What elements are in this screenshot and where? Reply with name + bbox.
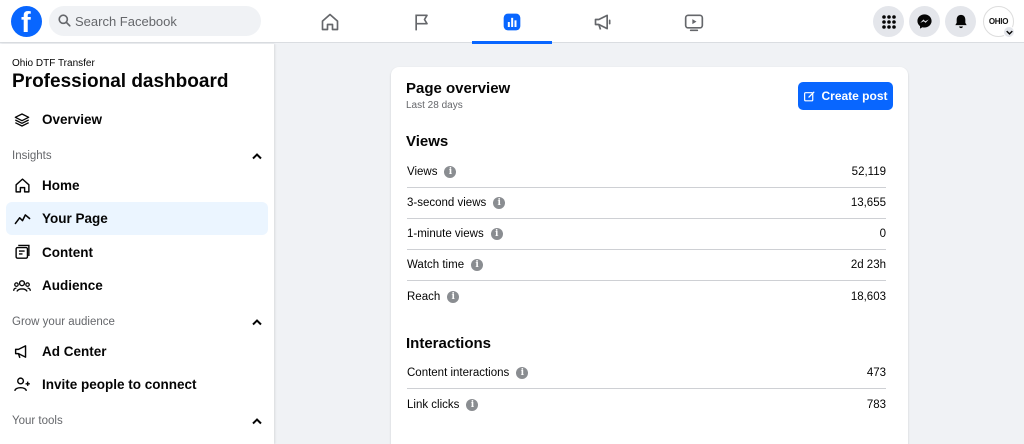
section-grow-audience[interactable]: Grow your audience [12, 313, 262, 331]
account-menu-chevron[interactable] [1003, 26, 1015, 38]
home-icon [321, 13, 339, 30]
metric-label: Watch time [407, 259, 465, 271]
sidebar-item-overview[interactable]: Overview [6, 103, 268, 136]
facebook-logo-letter: f [21, 7, 31, 39]
sidebar-item-label: Overview [42, 112, 103, 127]
metric-value: 52,119 [851, 166, 886, 178]
metric-label: Reach [407, 290, 441, 303]
sidebar-item-label: Audience [42, 278, 103, 293]
metric-value: 0 [879, 228, 886, 240]
megaphone-icon [594, 14, 611, 30]
top-navigation-bar: f OHIO [0, 0, 1024, 44]
sidebar-item-label: Home [42, 178, 80, 193]
metric-row-views: Views i 52,119 [407, 157, 886, 188]
date-range-label: Last 28 days [406, 100, 463, 111]
section-your-tools[interactable]: Your tools [12, 412, 262, 430]
metric-value: 18,603 [850, 290, 886, 303]
menu-grid-button[interactable] [873, 6, 904, 37]
info-icon[interactable]: i [466, 398, 479, 411]
section-tools-label: Your tools [12, 415, 63, 427]
sidebar-item-label: Invite people to connect [42, 377, 197, 392]
megaphone-icon [12, 342, 32, 362]
sidebar-item-invite[interactable]: Invite people to connect [6, 368, 268, 401]
search-icon [58, 14, 71, 27]
sidebar-item-content[interactable]: Content [6, 236, 268, 269]
page-name: Ohio DTF Transfer [12, 58, 95, 69]
metric-row-content-interactions: Content interactions i 473 [407, 358, 886, 389]
metric-value: 2d 23h [850, 259, 886, 271]
content-library-icon [12, 243, 32, 263]
section-grow-label: Grow your audience [12, 316, 115, 328]
page-overview-title: Page overview [406, 80, 511, 97]
info-icon[interactable]: i [444, 166, 457, 178]
chevron-up-icon [252, 152, 262, 159]
nav-tab-home[interactable] [290, 0, 370, 43]
nav-tab-ads[interactable] [563, 0, 643, 43]
home-icon [12, 176, 32, 196]
avatar-logo-text: OHIO [988, 17, 1009, 26]
info-icon[interactable]: i [516, 367, 529, 379]
bell-icon [954, 14, 967, 29]
audience-people-icon [12, 276, 32, 296]
metric-row-reach: Reach i 18,603 [407, 281, 886, 312]
metric-value: 473 [866, 367, 886, 379]
metric-label: Views [407, 166, 438, 178]
trend-line-icon [12, 209, 32, 229]
facebook-logo-icon[interactable]: f [11, 6, 42, 39]
views-section-title: Views [406, 133, 449, 150]
info-icon[interactable]: i [471, 259, 484, 271]
sidebar-item-ad-center[interactable]: Ad Center [6, 335, 268, 368]
metric-row-watch-time: Watch time i 2d 23h [407, 250, 886, 281]
metric-value: 783 [866, 398, 886, 411]
profile-avatar[interactable]: OHIO [983, 6, 1015, 38]
layers-icon [12, 110, 32, 130]
sidebar-item-home[interactable]: Home [6, 169, 268, 202]
interactions-section-title: Interactions [406, 335, 492, 352]
sidebar-item-your-page[interactable]: Your Page [6, 202, 268, 235]
chevron-up-icon [252, 318, 262, 325]
video-play-icon [684, 14, 704, 31]
metric-label: 1-minute views [407, 228, 484, 240]
messenger-icon [917, 14, 932, 29]
sidebar-item-audience[interactable]: Audience [6, 269, 268, 302]
flag-icon [415, 14, 428, 30]
sidebar-item-label: Content [42, 245, 93, 260]
chevron-down-icon [1005, 30, 1013, 35]
create-post-button[interactable]: Create post [798, 82, 893, 110]
info-icon[interactable]: i [490, 228, 503, 240]
dashboard-title: Professional dashboard [12, 71, 229, 92]
info-icon[interactable]: i [447, 290, 460, 303]
search-box[interactable] [49, 6, 261, 36]
section-insights[interactable]: Insights [12, 147, 262, 165]
metric-label: 3-second views [407, 197, 487, 209]
metric-row-3-second-views: 3-second views i 13,655 [407, 188, 886, 219]
edit-pencil-icon [804, 91, 815, 101]
metric-label: Link clicks [407, 398, 460, 411]
metric-row-link-clicks: Link clicks i 783 [407, 389, 886, 420]
grid-menu-icon [881, 14, 896, 29]
sidebar-item-label: Your Page [42, 211, 108, 226]
metric-label: Content interactions [407, 367, 510, 379]
section-insights-label: Insights [12, 150, 52, 162]
chevron-up-icon [252, 417, 262, 424]
invite-person-icon [12, 375, 32, 395]
notifications-button[interactable] [945, 6, 976, 37]
page-overview-card: Page overview Last 28 days Create post V… [391, 67, 908, 444]
metric-value: 13,655 [850, 197, 886, 209]
search-input[interactable] [75, 6, 255, 36]
info-icon[interactable]: i [493, 197, 506, 209]
chart-bars-icon [503, 13, 521, 30]
nav-tab-dashboard[interactable] [472, 0, 552, 44]
metric-row-1-minute-views: 1-minute views i 0 [407, 219, 886, 250]
sidebar-item-label: Ad Center [42, 344, 107, 359]
left-sidebar: Ohio DTF Transfer Professional dashboard… [0, 44, 274, 444]
nav-tab-pages[interactable] [382, 0, 462, 43]
nav-tab-video[interactable] [654, 0, 734, 43]
create-post-label: Create post [821, 89, 888, 103]
messenger-button[interactable] [909, 6, 940, 37]
